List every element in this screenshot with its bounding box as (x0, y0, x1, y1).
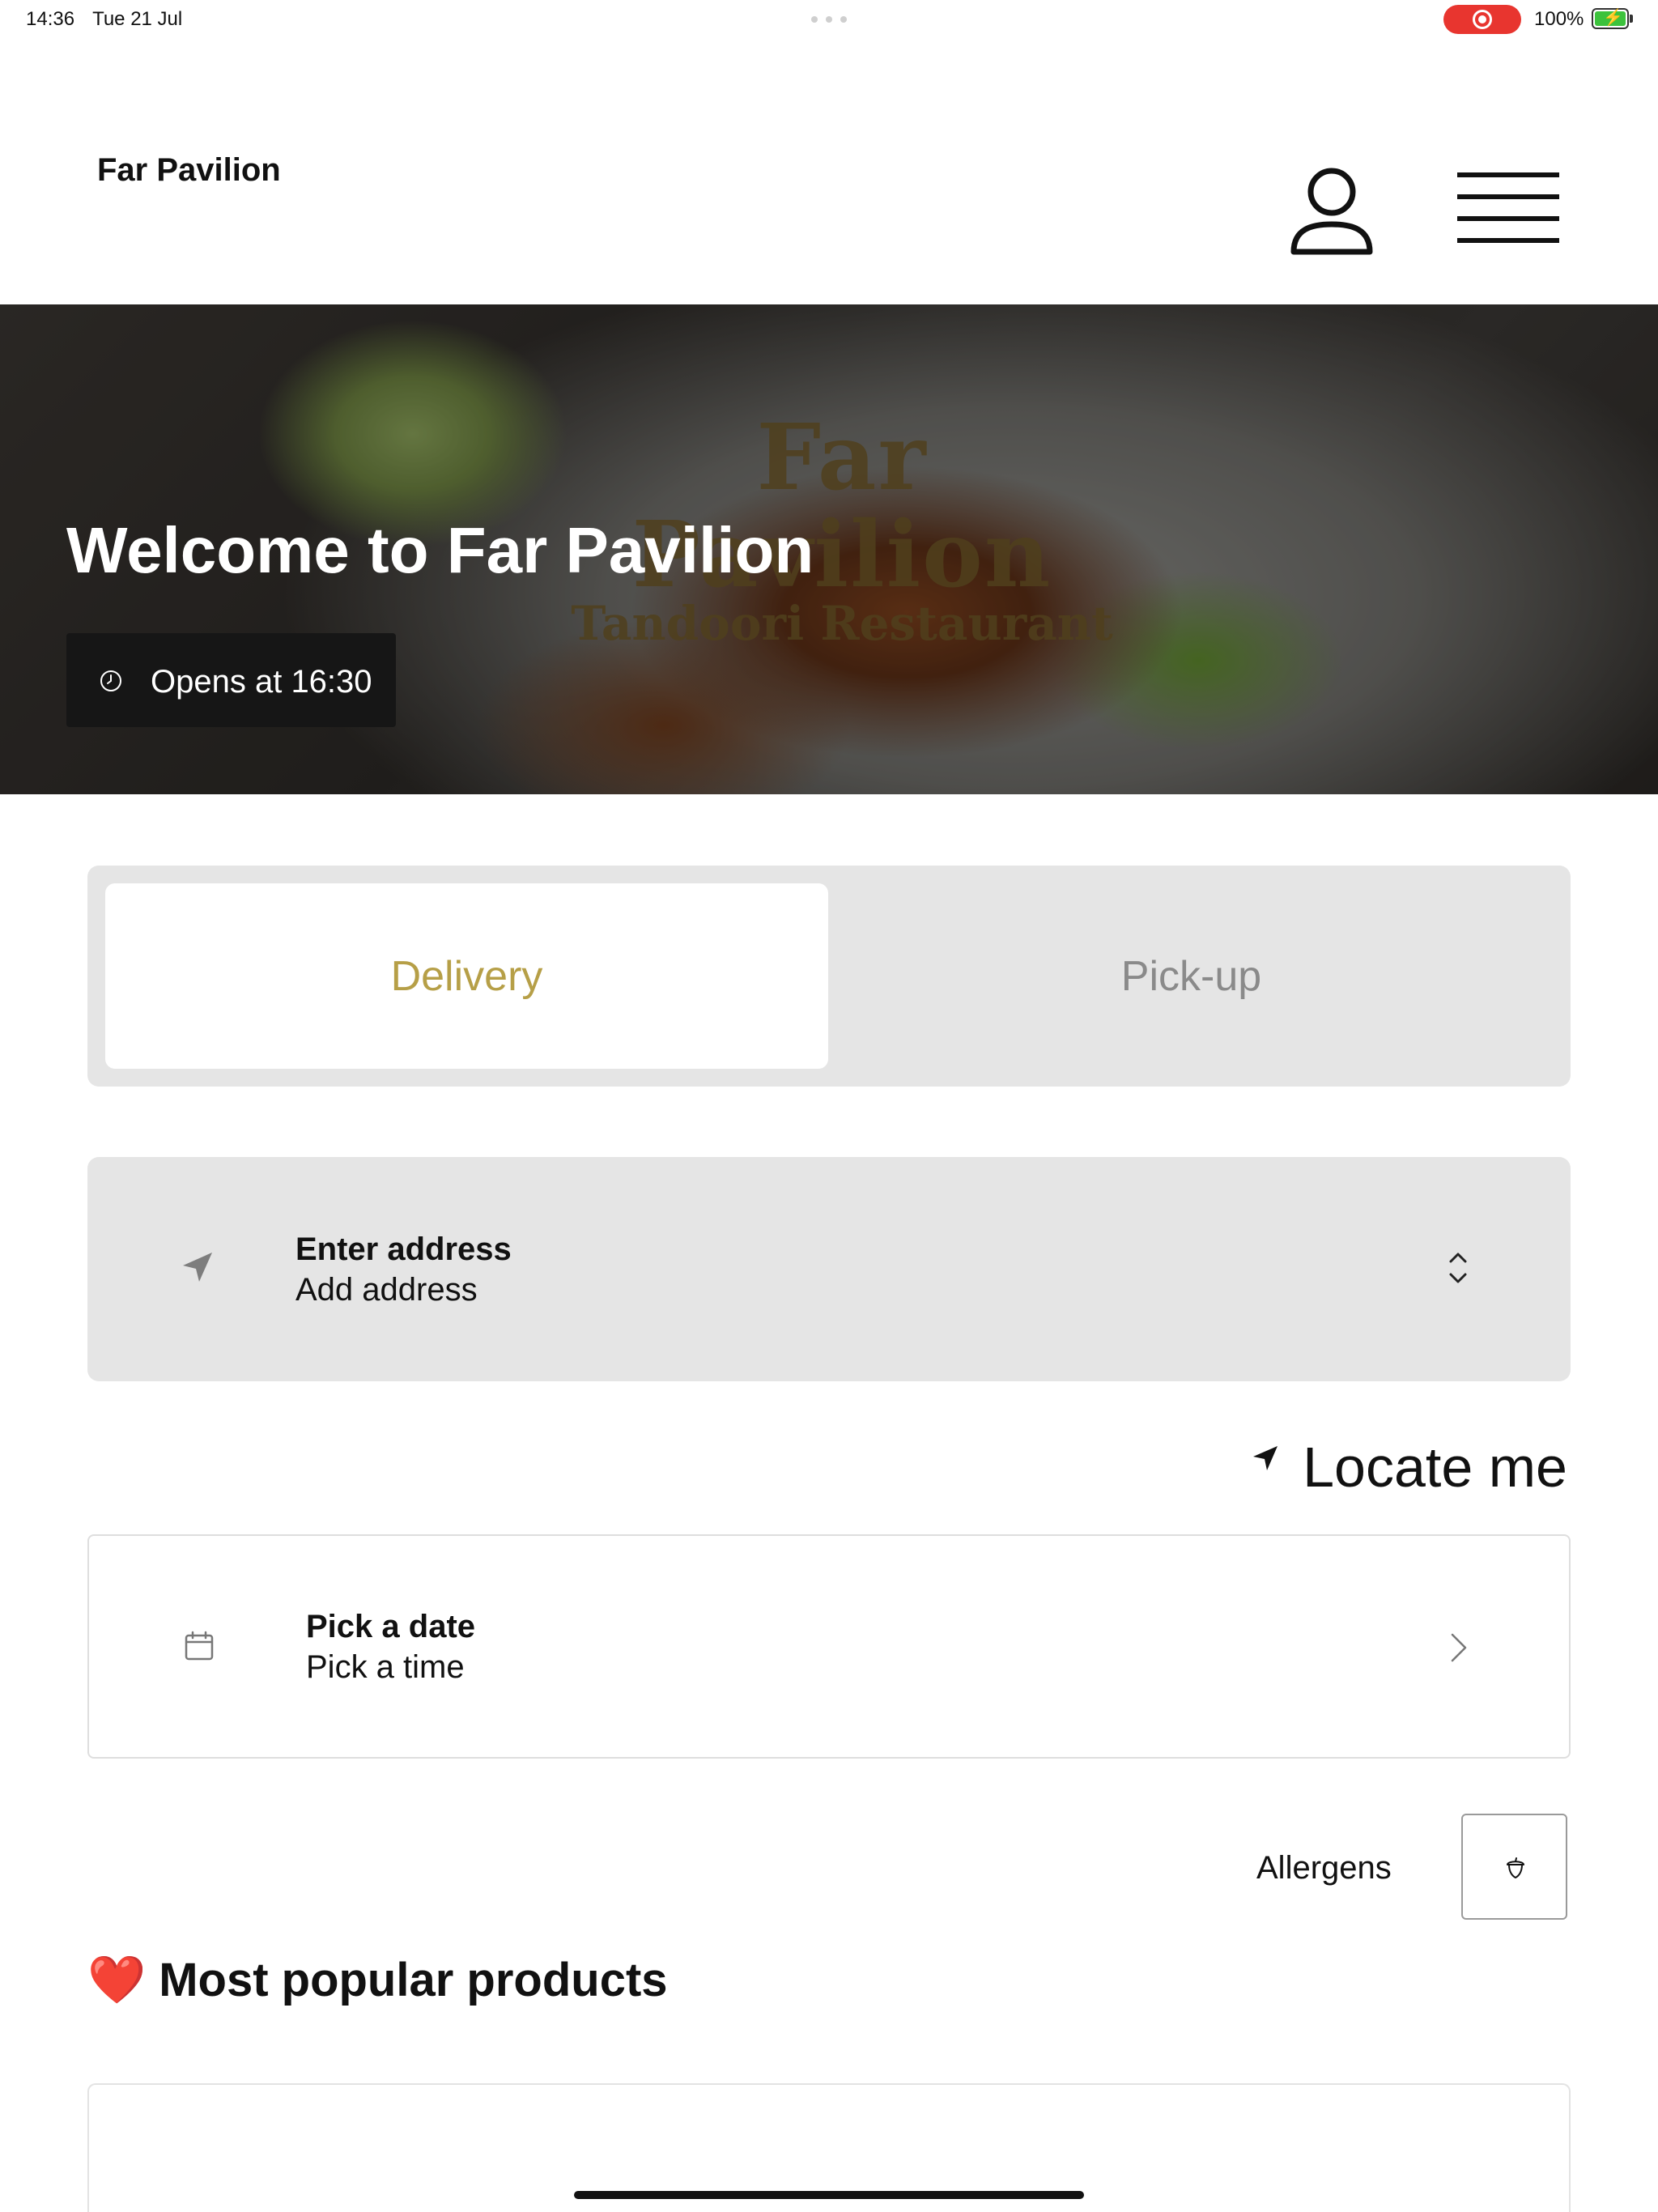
opening-hours-badge: Opens at 16:30 (66, 633, 396, 727)
battery-icon (1592, 7, 1629, 29)
chevron-up-down-icon (1449, 1253, 1467, 1283)
tab-delivery[interactable]: Delivery (105, 883, 828, 1069)
address-selector[interactable]: Enter address Add address (87, 1157, 1571, 1381)
heart-icon: ❤️ (87, 1954, 147, 2006)
location-arrow-icon (183, 1253, 212, 1282)
address-subtitle: Add address (295, 1272, 478, 1308)
opening-hours-text: Opens at 16:30 (151, 664, 372, 700)
clock-icon (100, 670, 121, 691)
location-arrow-icon (1253, 1446, 1278, 1470)
battery-percentage: 100% (1534, 8, 1584, 30)
hamburger-menu-icon (1457, 172, 1559, 243)
order-mode-toggle: Delivery Pick-up (87, 866, 1571, 1087)
locate-me-button[interactable]: Locate me (1239, 1425, 1571, 1499)
calendar-icon (185, 1631, 214, 1661)
screen-recording-indicator[interactable] (1443, 5, 1521, 34)
app-header: Far Pavilion (0, 39, 1658, 304)
schedule-subtitle: Pick a time (306, 1649, 465, 1685)
status-bar: 14:36 Tue 21 Jul 100% (0, 0, 1658, 39)
status-date: Tue 21 Jul (92, 8, 183, 30)
allergens-label: Allergens (1256, 1850, 1392, 1886)
allergens-button[interactable] (1461, 1814, 1567, 1920)
multitasking-dots-icon[interactable] (811, 16, 847, 23)
person-icon (1290, 168, 1373, 255)
hero-banner: Far Pavilion Tandoori Restaurant Welcome… (0, 304, 1658, 794)
record-icon (1473, 10, 1492, 29)
acorn-icon (1507, 1857, 1524, 1879)
address-title: Enter address (295, 1231, 512, 1267)
welcome-title: Welcome to Far Pavilion (66, 514, 814, 586)
tab-pickup[interactable]: Pick-up (830, 883, 1553, 1069)
locate-me-label: Locate me (1303, 1436, 1567, 1499)
chevron-right-icon (1451, 1633, 1467, 1662)
menu-button[interactable] (1457, 172, 1559, 245)
home-indicator[interactable] (574, 2191, 1084, 2199)
popular-products-heading: ❤️ Most popular products (87, 1953, 668, 2008)
status-time: 14:36 (26, 8, 75, 30)
brand-name[interactable]: Far Pavilion (97, 152, 281, 189)
popular-products-title: Most popular products (159, 1954, 668, 2006)
battery-tip (1630, 15, 1633, 23)
schedule-title: Pick a date (306, 1609, 476, 1644)
schedule-selector[interactable]: Pick a date Pick a time (87, 1534, 1571, 1759)
status-clock: 14:36 Tue 21 Jul (26, 8, 182, 31)
account-button[interactable] (1287, 164, 1376, 262)
